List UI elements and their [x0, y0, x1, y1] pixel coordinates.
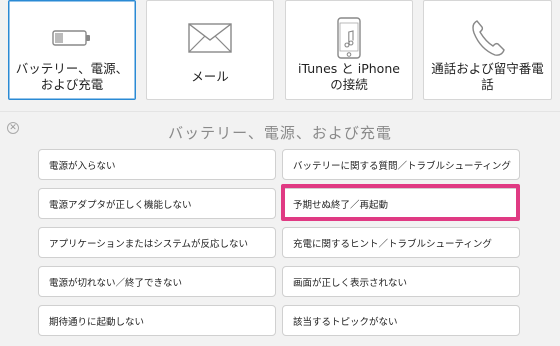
option-adapter[interactable]: 電源アダプタが正しく機能しない [38, 188, 276, 219]
itunes-phone-icon [337, 15, 361, 61]
topic-card-calls[interactable]: 通話および留守番電話 [423, 0, 552, 100]
topic-label: 通話および留守番電話 [431, 61, 544, 92]
battery-icon [52, 15, 92, 61]
option-display-issue[interactable]: 画面が正しく表示されない [282, 266, 520, 297]
option-none-applicable[interactable]: 該当するトピックがない [282, 305, 520, 336]
option-cannot-shutdown[interactable]: 電源が切れない／終了できない [38, 266, 276, 297]
option-no-power[interactable]: 電源が入らない [38, 149, 276, 180]
topic-label: メール [191, 69, 229, 84]
topic-card-mail[interactable]: メール [146, 0, 274, 100]
option-unexpected-restart[interactable]: 予期せぬ終了／再起動 [282, 188, 520, 219]
topic-cards: バッテリー、電源、および充電 メール iTunes と iPhone の接続 通… [0, 0, 560, 111]
option-unresponsive[interactable]: アプリケーションまたはシステムが反応しない [38, 227, 276, 258]
topic-label: バッテリー、電源、および充電 [15, 61, 129, 92]
envelope-icon [188, 15, 232, 61]
subtopic-panel: ✕ バッテリー、電源、および充電 電源が入らない 電源アダプタが正しく機能しない… [0, 111, 560, 346]
option-charging-tips[interactable]: 充電に関するヒント／トラブルシューティング [282, 227, 520, 258]
option-battery-faq[interactable]: バッテリーに関する質問／トラブルシューティング [282, 149, 520, 180]
topic-card-itunes[interactable]: iTunes と iPhone の接続 [285, 0, 413, 100]
phone-handset-icon [471, 15, 505, 61]
topic-card-battery[interactable]: バッテリー、電源、および充電 [8, 0, 136, 100]
panel-title: バッテリー、電源、および充電 [168, 124, 392, 142]
topic-label: iTunes と iPhone の接続 [298, 61, 400, 92]
option-boot-issue[interactable]: 期待通りに起動しない [38, 305, 276, 336]
